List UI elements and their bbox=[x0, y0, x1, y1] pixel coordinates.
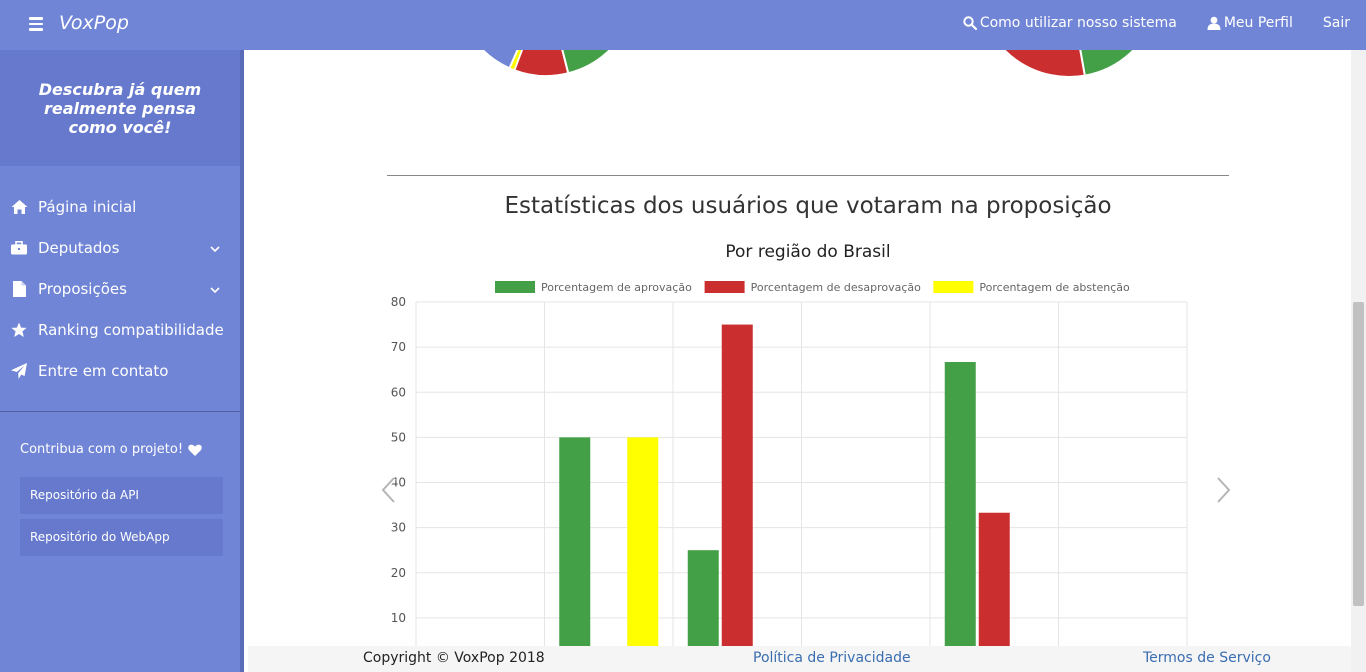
sidebar: Descubra já quem realmente pensa como vo… bbox=[0, 50, 244, 672]
how-to-use-link[interactable]: Como utilizar nosso sistema bbox=[963, 15, 1177, 31]
logout-link[interactable]: Sair bbox=[1323, 15, 1350, 31]
sidebar-item-proposicoes[interactable]: Proposições bbox=[0, 268, 240, 309]
sidebar-nav: Página inicial Deputados Proposições Ran… bbox=[0, 166, 240, 391]
y-tick-label: 70 bbox=[391, 340, 406, 354]
sidebar-item-label: Entre em contato bbox=[38, 361, 169, 380]
main-content: Estatísticas dos usuários que votaram na… bbox=[248, 50, 1351, 646]
carousel-next-button[interactable] bbox=[1214, 475, 1234, 505]
page-scrollbar[interactable] bbox=[1351, 50, 1366, 672]
legend-label: Porcentagem de abstenção bbox=[979, 281, 1130, 294]
sidebar-item-label: Proposições bbox=[38, 279, 127, 298]
sidebar-item-contact[interactable]: Entre em contato bbox=[0, 350, 240, 391]
top-navbar: VoxPop Como utilizar nosso sistema Meu P… bbox=[0, 0, 1366, 50]
y-tick-label: 60 bbox=[391, 385, 406, 399]
privacy-link[interactable]: Política de Privacidade bbox=[753, 650, 911, 666]
sidebar-tagline: Descubra já quem realmente pensa como vo… bbox=[0, 50, 240, 166]
scrollbar-thumb[interactable] bbox=[1353, 302, 1364, 606]
sidebar-item-label: Deputados bbox=[38, 238, 120, 257]
star-icon bbox=[10, 321, 28, 339]
legend-swatch bbox=[495, 281, 535, 293]
y-tick-label: 10 bbox=[391, 611, 406, 625]
file-icon bbox=[10, 280, 28, 298]
bar bbox=[627, 437, 659, 646]
contribute-label: Contribua com o projeto! bbox=[20, 442, 240, 457]
repo-api-button[interactable]: Repositório da API bbox=[20, 477, 223, 514]
logout-label: Sair bbox=[1322, 15, 1350, 31]
y-tick-label: 20 bbox=[391, 566, 406, 580]
region-bar-chart: 1020304050607080Porcentagem de aprovação… bbox=[391, 281, 1188, 646]
chevron-down-icon bbox=[210, 239, 220, 257]
chevron-right-icon bbox=[1216, 476, 1233, 504]
user-icon bbox=[1207, 16, 1221, 30]
carousel-prev-button[interactable] bbox=[378, 475, 398, 505]
y-tick-label: 50 bbox=[391, 430, 406, 444]
y-tick-label: 30 bbox=[391, 521, 406, 535]
sidebar-item-label: Ranking compatibilidade bbox=[38, 320, 224, 339]
sidebar-item-ranking[interactable]: Ranking compatibilidade bbox=[0, 309, 240, 350]
legend-swatch bbox=[704, 281, 745, 293]
search-icon bbox=[963, 16, 977, 30]
bar bbox=[721, 324, 753, 646]
legend-label: Porcentagem de aprovação bbox=[541, 281, 692, 294]
profile-link[interactable]: Meu Perfil bbox=[1207, 15, 1293, 31]
send-icon bbox=[10, 362, 28, 380]
briefcase-icon bbox=[10, 239, 28, 257]
profile-label: Meu Perfil bbox=[1223, 15, 1293, 31]
how-to-use-label: Como utilizar nosso sistema bbox=[979, 15, 1177, 31]
footer-copyright: Copyright © VoxPop 2018 bbox=[363, 650, 545, 666]
contribute-text: Contribua com o projeto! bbox=[20, 442, 184, 457]
brand-logo[interactable]: VoxPop bbox=[59, 12, 129, 34]
sidebar-item-label: Página inicial bbox=[38, 197, 137, 216]
top-links: Como utilizar nosso sistema Meu Perfil S… bbox=[933, 15, 1350, 31]
repo-webapp-button[interactable]: Repositório do WebApp bbox=[20, 519, 223, 556]
y-tick-label: 80 bbox=[391, 295, 406, 309]
legend-swatch bbox=[933, 281, 974, 293]
bar bbox=[559, 437, 591, 646]
terms-link[interactable]: Termos de Serviço bbox=[1143, 650, 1271, 666]
bar bbox=[944, 362, 976, 646]
sidebar-item-home[interactable]: Página inicial bbox=[0, 186, 240, 227]
home-icon bbox=[10, 198, 28, 216]
bar bbox=[978, 512, 1010, 646]
menu-toggle-button[interactable] bbox=[27, 14, 45, 34]
footer: Copyright © VoxPop 2018 Política de Priv… bbox=[248, 646, 1351, 672]
heart-icon bbox=[188, 444, 202, 456]
sidebar-divider bbox=[0, 411, 240, 412]
legend-label: Porcentagem de desaprovação bbox=[751, 281, 922, 294]
chevron-left-icon bbox=[379, 476, 396, 504]
chevron-down-icon bbox=[210, 280, 220, 298]
bar bbox=[687, 550, 719, 646]
sidebar-item-deputados[interactable]: Deputados bbox=[0, 227, 240, 268]
